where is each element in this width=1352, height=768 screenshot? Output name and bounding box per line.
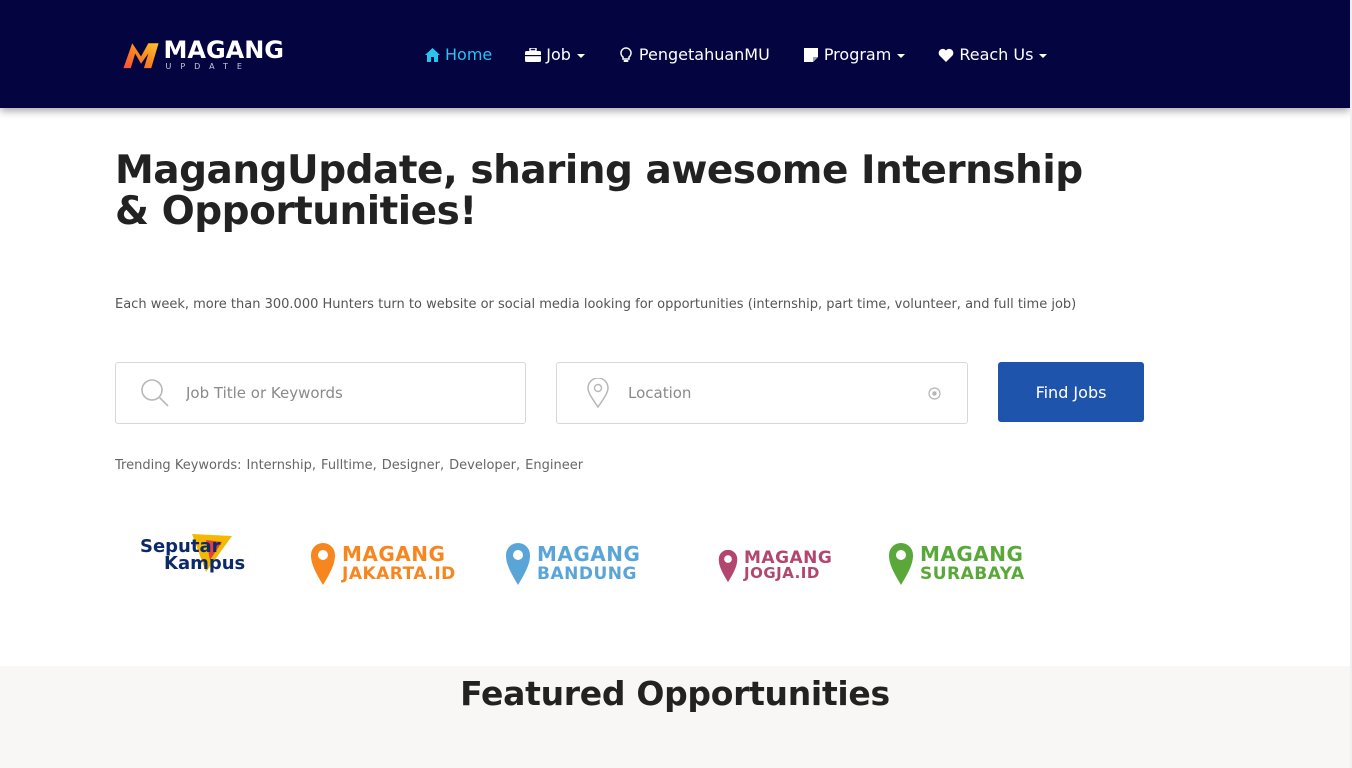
brand-tagline: UPDATE <box>165 62 251 71</box>
keyword-search-field[interactable] <box>115 362 526 424</box>
nav-program-label: Program <box>823 45 892 64</box>
trending-keywords: Trending Keywords: Internship, Fulltime,… <box>115 458 588 473</box>
partner-magang-jogja[interactable]: MAGANG JOGJA.ID <box>718 543 832 589</box>
jakarta-line1: MAGANG <box>342 542 446 566</box>
keyword-input[interactable] <box>186 384 486 402</box>
hero-subtitle: Each week, more than 300.000 Hunters tur… <box>115 297 1077 312</box>
partner-magang-surabaya[interactable]: MAGANG SURABAYA <box>888 541 1025 587</box>
trending-keyword-developer[interactable]: Developer, <box>449 458 520 473</box>
heart-icon <box>938 47 954 63</box>
nav-pengetahuanmu[interactable]: PengetahuanMU <box>618 45 770 65</box>
trending-label: Trending Keywords: <box>115 458 242 473</box>
nav-program[interactable]: Program <box>803 45 906 65</box>
chevron-down-icon <box>1039 54 1048 58</box>
nav-pengetahuanmu-label: PengetahuanMU <box>638 45 770 64</box>
briefcase-icon <box>525 47 542 63</box>
location-pin-icon <box>718 549 738 583</box>
bandung-line1: MAGANG <box>537 542 641 566</box>
search-icon <box>140 378 170 408</box>
navbar: MAGANG UPDATE Home Job PengetahuanMU Pro… <box>0 0 1350 108</box>
map-pin-icon <box>583 378 613 408</box>
nav-job[interactable]: Job <box>525 45 585 65</box>
chevron-down-icon <box>897 54 906 58</box>
brand-name: MAGANG <box>163 36 284 64</box>
page: MAGANG UPDATE Home Job PengetahuanMU Pro… <box>0 0 1352 768</box>
magang-logo-icon <box>123 43 159 69</box>
chevron-down-icon <box>576 54 585 58</box>
hero-title: MagangUpdate, sharing awesome Internship… <box>115 148 1083 234</box>
nav-reach-us-label: Reach Us <box>959 45 1034 64</box>
location-pin-icon <box>506 543 530 585</box>
surabaya-line2: SURABAYA <box>920 564 1025 584</box>
trending-keyword-internship[interactable]: Internship, <box>247 458 317 473</box>
brand-logo[interactable]: MAGANG UPDATE <box>122 33 284 77</box>
jogja-line2: JOGJA.ID <box>744 564 820 582</box>
locate-me-icon[interactable] <box>928 387 941 400</box>
find-jobs-button[interactable]: Find Jobs <box>998 362 1144 422</box>
seputar-line2: Kampus <box>164 553 246 574</box>
nav-home[interactable]: Home <box>424 45 492 65</box>
partner-magang-jakarta[interactable]: MAGANG JAKARTA.ID <box>310 541 456 587</box>
location-search-field[interactable] <box>556 362 968 424</box>
home-icon <box>424 47 440 63</box>
featured-title: Featured Opportunities <box>460 674 890 713</box>
partner-magang-bandung[interactable]: MAGANG BANDUNG <box>505 541 640 587</box>
nav-job-label: Job <box>546 45 571 64</box>
bandung-line2: BANDUNG <box>537 564 637 584</box>
nav-home-label: Home <box>445 45 493 64</box>
location-pin-icon <box>311 543 335 585</box>
trending-keyword-fulltime[interactable]: Fulltime, <box>321 458 377 473</box>
trending-keyword-designer[interactable]: Designer, <box>382 458 444 473</box>
jakarta-line2: JAKARTA.ID <box>342 564 456 584</box>
main-nav: Home Job PengetahuanMU Program Reach Us <box>424 44 1080 66</box>
nav-reach-us[interactable]: Reach Us <box>938 45 1048 65</box>
lightbulb-icon <box>618 47 634 63</box>
sticky-note-icon <box>803 47 819 63</box>
location-input[interactable] <box>628 384 918 402</box>
surabaya-line1: MAGANG <box>920 542 1024 566</box>
location-pin-icon <box>889 543 913 585</box>
trending-keyword-engineer[interactable]: Engineer <box>525 458 583 473</box>
partner-seputar-kampus[interactable]: Seputar Kampus <box>140 528 252 582</box>
